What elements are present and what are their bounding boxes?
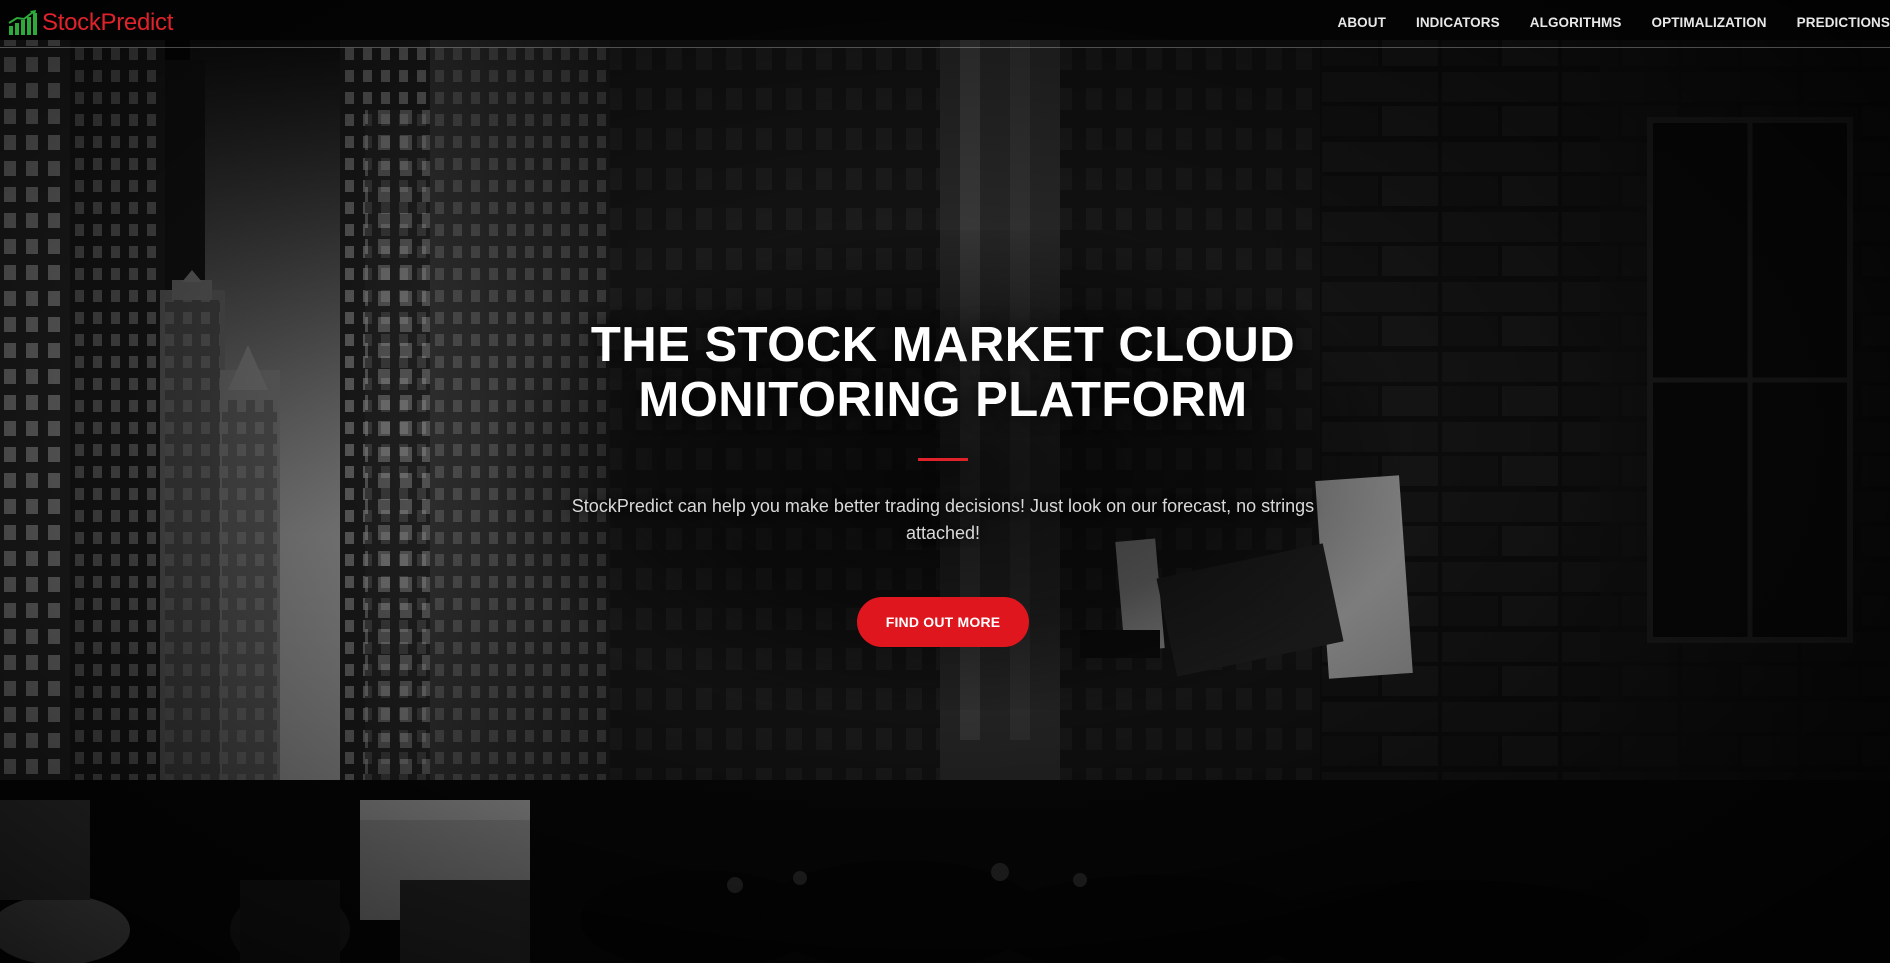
hero-description: StockPredict can help you make better tr… <box>571 496 1315 543</box>
nav-menu: ABOUT INDICATORS ALGORITHMS OPTIMALIZATI… <box>1307 0 1890 44</box>
hero-title-line-1: THE STOCK MARKET CLOUD <box>590 318 1296 372</box>
nav-link-predictions[interactable]: PREDICTIONS <box>1797 15 1890 30</box>
bar-chart-growth-icon <box>8 10 37 35</box>
hero-content: THE STOCK MARKET CLOUD MONITORING PLATFO… <box>520 318 1366 647</box>
nav-link-algorithms[interactable]: ALGORITHMS <box>1530 15 1622 30</box>
brand-logo-link[interactable]: StockPredict <box>8 8 173 38</box>
hero-title-line-2: MONITORING PLATFORM <box>638 373 1248 427</box>
brand-name: StockPredict <box>42 9 174 36</box>
nav-link-indicators[interactable]: INDICATORS <box>1416 15 1500 30</box>
hero-divider <box>918 458 968 461</box>
hero-title: THE STOCK MARKET CLOUD MONITORING PLATFO… <box>520 318 1366 428</box>
nav-link-about[interactable]: ABOUT <box>1337 15 1386 30</box>
hero-section: StockPredict ABOUT INDICATORS ALGORITHMS… <box>0 0 1890 963</box>
nav-link-optimalization[interactable]: OPTIMALIZATION <box>1652 15 1767 30</box>
top-navbar: StockPredict ABOUT INDICATORS ALGORITHMS… <box>0 0 1890 48</box>
find-out-more-button[interactable]: FIND OUT MORE <box>857 597 1029 647</box>
